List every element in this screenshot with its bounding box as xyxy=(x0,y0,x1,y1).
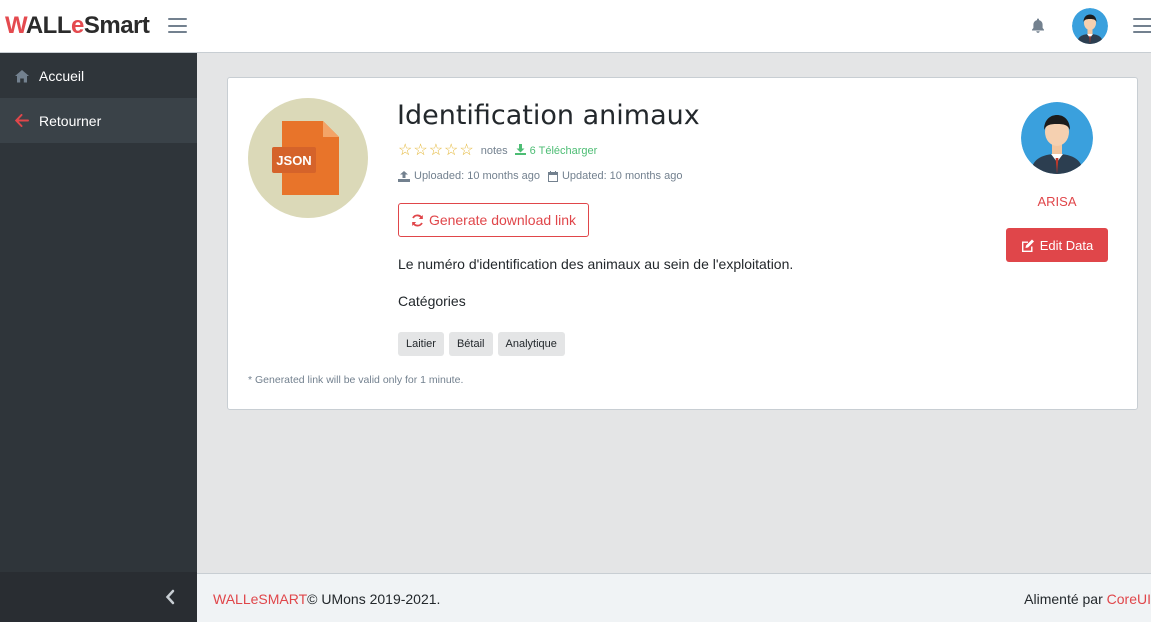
home-icon xyxy=(14,68,30,84)
json-file-icon: JSON xyxy=(272,121,339,195)
sidebar-minimizer[interactable] xyxy=(0,572,197,622)
svg-text:JSON: JSON xyxy=(276,153,311,168)
bell-icon[interactable] xyxy=(1031,18,1045,34)
dataset-description: Le numéro d'identification des animaux a… xyxy=(398,256,794,272)
sidebar-item-label: Retourner xyxy=(39,112,102,129)
edit-icon xyxy=(1021,239,1035,252)
owner-avatar xyxy=(1021,102,1093,174)
updated-time: Updated: 10 months ago xyxy=(561,170,683,182)
top-header: WALLeSmart xyxy=(0,0,1151,53)
sidebar: Accueil Retourner xyxy=(0,53,197,622)
category-tag[interactable]: Analytique xyxy=(497,332,565,356)
chevron-left-icon xyxy=(165,589,175,610)
coreui-link[interactable]: CoreUI xyxy=(1107,591,1151,607)
star-icon[interactable]: ☆ xyxy=(429,143,443,159)
sidebar-toggle-icon[interactable] xyxy=(168,18,187,33)
brand-logo[interactable]: WALLeSmart xyxy=(5,12,150,40)
download-icon xyxy=(514,144,526,158)
category-tags: Laitier Bétail Analytique xyxy=(398,332,565,356)
link-validity-note: * Generated link will be valid only for … xyxy=(248,374,464,386)
sidebar-item-label: Accueil xyxy=(39,67,85,84)
star-rating[interactable]: ☆ ☆ ☆ ☆ ☆ xyxy=(398,143,474,159)
sidebar-item-retourner[interactable]: Retourner xyxy=(0,98,197,143)
footer: WALLeSMART© UMons 2019-2021. Alimenté pa… xyxy=(197,573,1151,622)
upload-icon xyxy=(398,170,410,182)
footer-copyright: WALLeSMART© UMons 2019-2021. xyxy=(213,591,441,607)
file-type-thumbnail: JSON xyxy=(248,98,368,218)
uploaded-time: Uploaded: 10 months ago xyxy=(414,170,540,182)
user-avatar[interactable] xyxy=(1072,8,1108,44)
footer-brand-link[interactable]: WALLeSMART xyxy=(213,591,307,607)
footer-powered-by: Alimenté par CoreUI xyxy=(1024,591,1151,607)
download-count: 6 Télécharger xyxy=(514,144,597,158)
star-icon[interactable]: ☆ xyxy=(459,143,473,159)
rating-row: ☆ ☆ ☆ ☆ ☆ notes 6 Télécharger xyxy=(398,143,597,159)
star-icon[interactable]: ☆ xyxy=(398,143,412,159)
category-tag[interactable]: Laitier xyxy=(398,332,444,356)
star-icon[interactable]: ☆ xyxy=(413,143,427,159)
refresh-icon xyxy=(411,214,424,227)
category-tag[interactable]: Bétail xyxy=(448,332,493,356)
dataset-title: Identification animaux xyxy=(397,100,700,131)
dataset-card: JSON Identification animaux ☆ ☆ ☆ ☆ ☆ no… xyxy=(227,77,1138,410)
aside-menu-icon[interactable] xyxy=(1133,18,1151,33)
meta-row: Uploaded: 10 months ago Updated: 10 mont… xyxy=(398,170,682,182)
notes-label: notes xyxy=(480,145,508,157)
sidebar-item-accueil[interactable]: Accueil xyxy=(0,53,197,98)
edit-data-button[interactable]: Edit Data xyxy=(1006,228,1108,262)
categories-heading: Catégories xyxy=(398,293,466,309)
star-icon[interactable]: ☆ xyxy=(444,143,458,159)
generate-download-link-button[interactable]: Generate download link xyxy=(398,203,589,237)
arrow-left-icon xyxy=(14,113,30,129)
calendar-icon xyxy=(547,170,558,182)
owner-name[interactable]: ARISA xyxy=(1007,194,1107,209)
